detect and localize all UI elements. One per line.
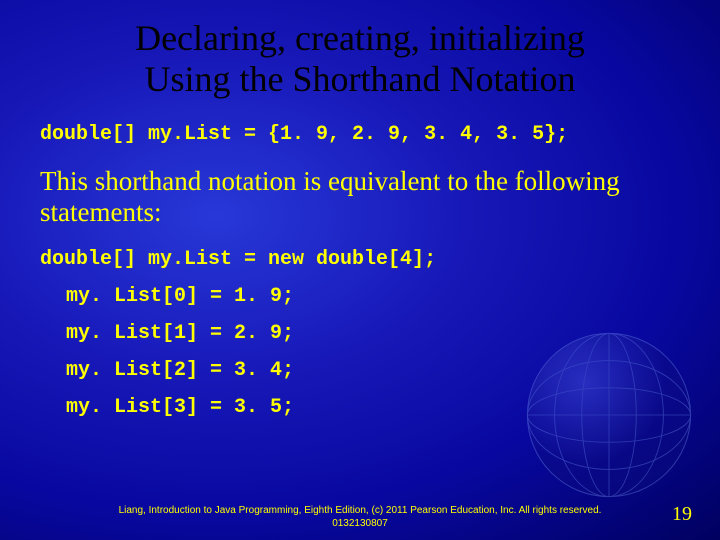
code-line-1: my. List[0] = 1. 9; — [40, 285, 680, 308]
code-line-4: my. List[3] = 3. 5; — [40, 396, 680, 419]
body-text: This shorthand notation is equivalent to… — [40, 166, 680, 228]
code-declaration: double[] my.List = {1. 9, 2. 9, 3. 4, 3.… — [40, 123, 680, 146]
code-line-3: my. List[2] = 3. 4; — [40, 359, 680, 382]
code-line-0: double[] my.List = new double[4]; — [40, 248, 680, 271]
code-line-2: my. List[1] = 2. 9; — [40, 322, 680, 345]
title-line-1: Declaring, creating, initializing — [135, 18, 585, 58]
code-block: double[] my.List = new double[4]; my. Li… — [40, 248, 680, 419]
title-line-2: Using the Shorthand Notation — [145, 59, 576, 99]
slide-title: Declaring, creating, initializing Using … — [40, 18, 680, 101]
page-number: 19 — [672, 503, 692, 526]
footer-credit: Liang, Introduction to Java Programming,… — [0, 505, 720, 530]
slide: Declaring, creating, initializing Using … — [0, 0, 720, 540]
